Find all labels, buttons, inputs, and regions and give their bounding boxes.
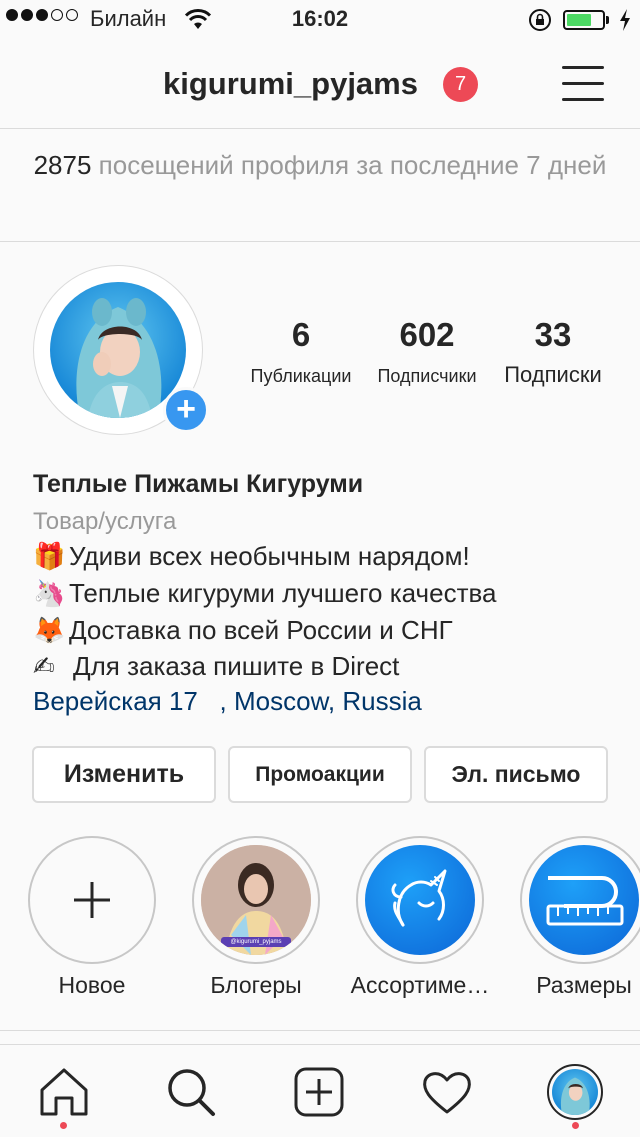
highlight-label[interactable]: Размеры (509, 972, 640, 999)
add-story-button[interactable]: + (163, 387, 209, 433)
writing-hand-icon: ✍ (33, 651, 55, 681)
plus-icon (74, 882, 110, 918)
profile-display-name: Теплые Пижамы Кигуруми (33, 470, 364, 498)
unicorn-icon (391, 869, 447, 927)
battery-icon (563, 10, 605, 30)
notification-badge[interactable]: 7 (443, 67, 478, 102)
promotions-button[interactable]: Промоакции (228, 746, 412, 803)
profile-visits-text: 2875 посещений профиля за последние 7 дн… (33, 150, 607, 180)
bio-line: ✍ Для заказа пишите в Direct (33, 651, 400, 681)
add-post-icon[interactable] (291, 1064, 347, 1120)
highlight-label[interactable]: Ассортиме… (345, 972, 495, 999)
stat-following-label[interactable]: Подписки (493, 362, 613, 388)
unicorn-icon: 🦄 (33, 578, 66, 608)
highlight-label[interactable]: Новое (17, 972, 167, 999)
profile-visits-banner[interactable]: 2875 посещений профиля за последние 7 дн… (0, 129, 640, 242)
new-highlight-button[interactable] (28, 836, 156, 964)
stat-followers-count[interactable]: 602 (372, 316, 482, 354)
hamburger-icon[interactable] (562, 66, 604, 102)
profile-category: Товар/услуга (33, 508, 177, 535)
home-icon[interactable] (36, 1064, 92, 1120)
bio-line: 🦄 Теплые кигуруми лучшего качества (33, 578, 497, 608)
highlight-label[interactable]: Блогеры (181, 972, 331, 999)
status-bar: Билайн 16:02 (0, 0, 640, 40)
highlight-sizes[interactable] (520, 836, 640, 964)
activity-heart-icon[interactable] (419, 1064, 475, 1120)
home-activity-dot (60, 1122, 67, 1129)
gift-icon: 🎁 (33, 541, 66, 571)
fox-icon: 🦊 (33, 615, 66, 645)
profile-visits-count: 2875 (33, 150, 92, 180)
bio-line: 🦊 Доставка по всей России и СНГ (33, 615, 453, 645)
stat-posts-count[interactable]: 6 (256, 316, 346, 354)
profile-username[interactable]: kigurumi_pyjams (163, 66, 418, 102)
profile-activity-dot (572, 1122, 579, 1129)
highlight-caption: @kigurumi_pyjams (230, 939, 282, 945)
email-button[interactable]: Эл. письмо (424, 746, 608, 803)
measuring-tape-icon (546, 876, 624, 926)
stat-posts-label[interactable]: Публикации (240, 366, 362, 387)
orientation-lock-icon (529, 9, 551, 31)
highlight-photo: @kigurumi_pyjams (201, 845, 311, 955)
search-icon[interactable] (163, 1064, 219, 1120)
stat-followers-label[interactable]: Подписчики (365, 366, 489, 387)
highlight-bloggers[interactable]: @kigurumi_pyjams (192, 836, 320, 964)
location-link[interactable]: Верейская 17 , Moscow, Russia (33, 686, 422, 717)
bio-line: 🎁 Удиви всех необычным нарядом! (33, 541, 470, 571)
edit-profile-button[interactable]: Изменить (32, 746, 216, 803)
divider (0, 1030, 640, 1031)
highlight-assortment[interactable] (356, 836, 484, 964)
profile-tab-avatar[interactable] (547, 1064, 603, 1120)
charging-bolt-icon (620, 9, 630, 31)
stat-following-count[interactable]: 33 (508, 316, 598, 354)
